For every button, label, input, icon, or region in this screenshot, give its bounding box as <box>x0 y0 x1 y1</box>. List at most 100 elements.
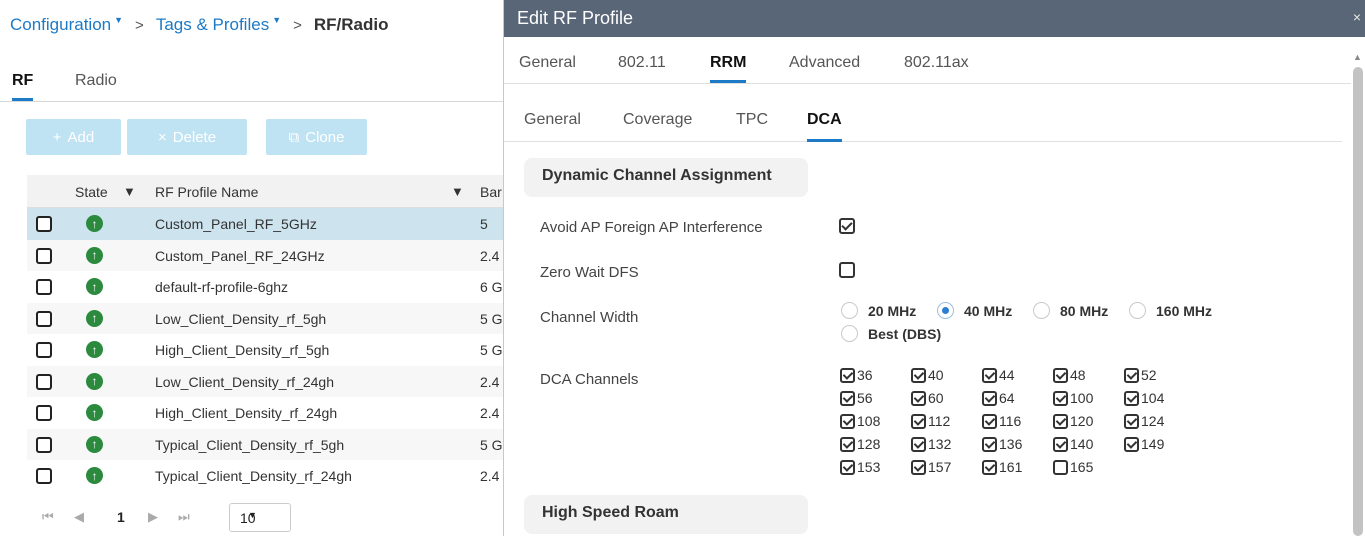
dca-channel-option[interactable]: 153 <box>840 459 880 475</box>
table-row[interactable]: ↑ default-rf-profile-6ghz 6 G <box>27 271 503 303</box>
items-per-page-select[interactable]: 10 ▼ <box>229 503 291 532</box>
tab-general[interactable]: General <box>519 54 576 83</box>
caret-down-icon[interactable]: ▼ <box>114 15 123 25</box>
column-band[interactable]: Bar <box>480 184 502 200</box>
channel-checkbox[interactable] <box>1053 391 1068 406</box>
channel-checkbox[interactable] <box>1124 437 1139 452</box>
scroll-up-icon[interactable]: ▲ <box>1353 52 1362 62</box>
dca-channel-option[interactable]: 165 <box>1053 459 1093 475</box>
subtab-tpc[interactable]: TPC <box>736 111 768 142</box>
table-row[interactable]: ↑ High_Client_Density_rf_5gh 5 G <box>27 334 503 366</box>
dca-channel-option[interactable]: 140 <box>1053 436 1093 452</box>
profile-name[interactable]: Custom_Panel_RF_5GHz <box>155 216 317 232</box>
dca-channel-option[interactable]: 136 <box>982 436 1022 452</box>
clone-button[interactable]: ⧉ Clone <box>266 119 367 155</box>
width-40-radio[interactable]: 40 MHz <box>937 302 1012 319</box>
profile-name[interactable]: default-rf-profile-6ghz <box>155 279 288 295</box>
tab-80211[interactable]: 802.11 <box>618 54 666 83</box>
channel-checkbox[interactable] <box>840 437 855 452</box>
channel-checkbox[interactable] <box>840 391 855 406</box>
table-row[interactable]: ↑ High_Client_Density_rf_24gh 2.4 <box>27 397 503 429</box>
channel-checkbox[interactable] <box>840 368 855 383</box>
dca-channel-option[interactable]: 124 <box>1124 413 1164 429</box>
dca-channel-option[interactable]: 120 <box>1053 413 1093 429</box>
profile-name[interactable]: Custom_Panel_RF_24GHz <box>155 248 325 264</box>
row-checkbox[interactable] <box>36 436 52 453</box>
row-checkbox[interactable] <box>36 468 52 484</box>
channel-checkbox[interactable] <box>1053 437 1068 452</box>
channel-checkbox[interactable] <box>982 391 997 406</box>
dca-channel-option[interactable]: 116 <box>982 413 1021 429</box>
row-checkbox[interactable] <box>36 373 52 390</box>
dca-channel-option[interactable]: 44 <box>982 367 1015 383</box>
row-checkbox[interactable] <box>36 342 52 358</box>
prev-page-icon[interactable]: ◀ <box>74 509 84 525</box>
scrollbar-thumb[interactable] <box>1353 67 1363 536</box>
width-best-radio[interactable]: Best (DBS) <box>841 325 941 342</box>
channel-checkbox[interactable] <box>1053 460 1068 475</box>
channel-checkbox[interactable] <box>1124 368 1139 383</box>
channel-checkbox[interactable] <box>1053 414 1068 429</box>
profile-name[interactable]: High_Client_Density_rf_24gh <box>155 405 337 421</box>
channel-checkbox[interactable] <box>982 460 997 475</box>
channel-checkbox[interactable] <box>982 414 997 429</box>
tab-80211ax[interactable]: 802.11ax <box>904 54 969 83</box>
dca-channel-option[interactable]: 64 <box>982 390 1015 406</box>
row-checkbox[interactable] <box>36 279 52 295</box>
dca-channel-option[interactable]: 100 <box>1053 390 1093 406</box>
profile-name[interactable]: Typical_Client_Density_rf_24gh <box>155 468 352 484</box>
close-icon[interactable]: × <box>1353 9 1361 25</box>
table-row[interactable]: ↑ Custom_Panel_RF_5GHz 5 <box>27 208 503 240</box>
row-checkbox[interactable] <box>36 405 52 421</box>
add-button[interactable]: + Add <box>26 119 121 155</box>
profile-name[interactable]: Typical_Client_Density_rf_5gh <box>155 437 344 453</box>
breadcrumb-tags-profiles[interactable]: Tags & Profiles <box>156 15 269 35</box>
filter-icon[interactable]: ▼ <box>123 184 136 199</box>
table-row[interactable]: ↑ Low_Client_Density_rf_5gh 5 G <box>27 302 503 334</box>
filter-icon[interactable]: ▼ <box>451 184 464 199</box>
dca-channel-option[interactable]: 60 <box>911 390 944 406</box>
subtab-general[interactable]: General <box>524 111 581 142</box>
tab-radio[interactable]: Radio <box>75 72 117 101</box>
first-page-icon[interactable]: ⏮ <box>42 509 54 525</box>
dca-channel-option[interactable]: 40 <box>911 367 944 383</box>
table-row[interactable]: ↑ Typical_Client_Density_rf_24gh 2.4 <box>27 460 503 492</box>
caret-down-icon[interactable]: ▼ <box>272 15 281 25</box>
dca-channel-option[interactable]: 52 <box>1124 367 1157 383</box>
page-number[interactable]: 1 <box>117 509 125 525</box>
row-checkbox[interactable] <box>36 247 52 264</box>
dca-channel-option[interactable]: 132 <box>911 436 951 452</box>
profile-name[interactable]: Low_Client_Density_rf_24gh <box>155 374 334 390</box>
subtab-coverage[interactable]: Coverage <box>623 111 692 142</box>
table-row[interactable]: ↑ Low_Client_Density_rf_24gh 2.4 <box>27 365 503 397</box>
tab-advanced[interactable]: Advanced <box>789 54 860 83</box>
row-checkbox[interactable] <box>36 216 52 232</box>
width-80-radio[interactable]: 80 MHz <box>1033 302 1108 319</box>
channel-checkbox[interactable] <box>982 437 997 452</box>
channel-checkbox[interactable] <box>911 368 926 383</box>
dca-channel-option[interactable]: 149 <box>1124 436 1164 452</box>
dca-channel-option[interactable]: 161 <box>982 459 1022 475</box>
column-state[interactable]: State <box>75 184 108 200</box>
dca-channel-option[interactable]: 36 <box>840 367 873 383</box>
dca-channel-option[interactable]: 48 <box>1053 367 1086 383</box>
avoid-foreign-checkbox[interactable] <box>839 218 855 234</box>
tab-rf[interactable]: RF <box>12 72 34 101</box>
dca-channel-option[interactable]: 128 <box>840 436 880 452</box>
dca-channel-option[interactable]: 112 <box>911 413 950 429</box>
column-rf-profile-name[interactable]: RF Profile Name <box>155 184 258 200</box>
delete-button[interactable]: × Delete <box>127 119 247 155</box>
channel-checkbox[interactable] <box>911 460 926 475</box>
breadcrumb-configuration[interactable]: Configuration <box>10 15 111 35</box>
next-page-icon[interactable]: ▶ <box>148 509 158 525</box>
subtab-dca[interactable]: DCA <box>807 111 842 142</box>
dca-channel-option[interactable]: 157 <box>911 459 951 475</box>
profile-name[interactable]: High_Client_Density_rf_5gh <box>155 342 329 358</box>
channel-checkbox[interactable] <box>1124 391 1139 406</box>
channel-checkbox[interactable] <box>840 414 855 429</box>
tab-rrm[interactable]: RRM <box>710 54 747 83</box>
channel-checkbox[interactable] <box>911 437 926 452</box>
table-row[interactable]: ↑ Custom_Panel_RF_24GHz 2.4 <box>27 239 503 271</box>
last-page-icon[interactable]: ⏭ <box>178 509 190 525</box>
table-row[interactable]: ↑ Typical_Client_Density_rf_5gh 5 G <box>27 428 503 460</box>
